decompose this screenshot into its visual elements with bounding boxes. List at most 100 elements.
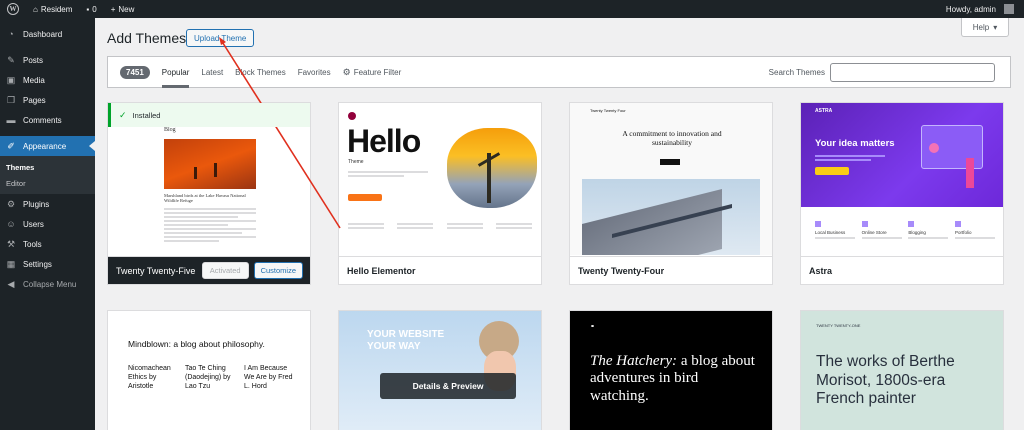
preview-image: [164, 139, 256, 189]
preview-brand: TWENTY TWENTY-ONE: [816, 323, 861, 328]
page-title: Add Themes: [107, 30, 187, 46]
tab-latest[interactable]: Latest: [201, 57, 223, 88]
comments-link[interactable]: ▪ 0: [79, 0, 103, 18]
preview-headline: The works of Berthe Morisot, 1800s-era F…: [816, 353, 955, 408]
home-icon: ⌂: [33, 4, 38, 14]
preview-feature: Local Business: [815, 230, 846, 235]
wordpress-logo-icon: W: [7, 3, 19, 15]
sidebar-item-collapse[interactable]: ◀ Collapse Menu: [0, 274, 95, 294]
theme-card-twenty-twenty-two[interactable]: ⚭ The Hatchery: a blog about adventures …: [569, 310, 773, 430]
sidebar-item-label: Pages: [23, 95, 46, 105]
theme-screenshot: YOUR WEBSITE YOUR WAY: [339, 311, 541, 430]
theme-card-twenty-twenty-three[interactable]: Mindblown: a blog about philosophy. Nico…: [107, 310, 311, 430]
tab-popular[interactable]: Popular: [161, 57, 190, 88]
collapse-icon: ◀: [7, 278, 15, 289]
avatar: [1004, 4, 1014, 14]
sidebar-item-pages[interactable]: ❐ Pages: [0, 90, 95, 110]
theme-card-oceanwp[interactable]: YOUR WEBSITE YOUR WAY Details & Preview: [338, 310, 542, 430]
checkmark-icon: ✓: [119, 109, 127, 120]
sidebar-item-plugins[interactable]: ⚙ Plugins: [0, 194, 95, 214]
users-icon: ☺: [6, 219, 16, 229]
search-themes-label: Search Themes: [768, 67, 825, 77]
sidebar-item-posts[interactable]: ✎ Posts: [0, 50, 95, 70]
customize-button[interactable]: Customize: [253, 262, 303, 279]
sidebar-item-label: Media: [23, 75, 45, 85]
sidebar-item-settings[interactable]: ▦ Settings: [0, 254, 95, 274]
sidebar-item-label: Users: [23, 219, 44, 229]
comments-count: 0: [92, 4, 97, 14]
sidebar-item-tools[interactable]: ⚒ Tools: [0, 234, 95, 254]
sidebar-item-label: Posts: [23, 55, 44, 65]
theme-screenshot: Mindblown: a blog about philosophy. Nico…: [108, 311, 310, 430]
theme-name: Twenty Twenty-Four: [578, 265, 665, 276]
theme-card-twenty-twenty-one[interactable]: TWENTY TWENTY-ONE The works of Berthe Mo…: [800, 310, 1004, 430]
main-content: Add Themes Upload Theme Help ▾ 7451 Popu…: [95, 18, 1024, 430]
theme-screenshot: Twenty Twenty Four A commitment to innov…: [570, 103, 772, 255]
installed-label: Installed: [132, 110, 161, 120]
theme-card-hello-elementor[interactable]: Hello Theme Hello Elementor: [338, 102, 542, 285]
account-menu[interactable]: Howdy, admin: [939, 0, 1024, 18]
help-tab-button[interactable]: Help ▾: [961, 18, 1009, 37]
sidebar-item-users[interactable]: ☺ Users: [0, 214, 95, 234]
theme-count-badge: 7451: [120, 65, 150, 79]
dashboard-icon: ◔: [8, 29, 14, 39]
theme-card-twenty-twenty-four[interactable]: Twenty Twenty Four A commitment to innov…: [569, 102, 773, 285]
sidebar-item-label: Tools: [23, 239, 42, 249]
preview-feature: Portfolio: [954, 230, 972, 235]
preview-caption: Marshland birds at the Lake Havasu Natio…: [164, 193, 246, 204]
preview-headline: The Hatchery: a blog about adventures in…: [590, 353, 760, 405]
theme-name-bar: Twenty Twenty-Five Activated Customize: [108, 256, 310, 284]
preview-headline: Hello: [347, 123, 421, 159]
admin-bar: W ⌂ Residem ▪ 0 + New Howdy, admin: [0, 0, 1024, 18]
theme-filter-bar: 7451 Popular Latest Block Themes Favorit…: [107, 56, 1011, 88]
search-themes-input[interactable]: [830, 62, 995, 82]
binoculars-icon: ⚭: [590, 324, 596, 330]
preview-headline-em: The Hatchery:: [590, 353, 678, 369]
settings-icon: ▦: [6, 258, 16, 269]
theme-name-bar: Twenty Twenty-Four: [570, 256, 772, 284]
preview-headline: A commitment to innovation and sustainab…: [622, 129, 722, 147]
wordpress-logo-button[interactable]: W: [0, 0, 26, 18]
sidebar-item-media[interactable]: ▣ Media: [0, 70, 95, 90]
preview-post-title: I Am Because We Are by Fred L. Hord: [244, 365, 293, 390]
theme-card-twenty-twenty-five[interactable]: Blog Marshland birds at the Lake Havasu …: [107, 102, 311, 285]
submenu-item-themes[interactable]: Themes: [0, 159, 95, 175]
comment-bubble-icon: ▪: [86, 4, 90, 14]
feature-filter-button[interactable]: ⚙ Feature Filter: [343, 57, 402, 88]
sidebar-item-appearance[interactable]: ✐ Appearance: [0, 136, 95, 156]
media-icon: ▣: [6, 74, 16, 85]
preview-post-title: Tao Te Ching (Daodejing) by Lao Tzu: [185, 365, 231, 390]
theme-name: Hello Elementor: [347, 265, 416, 276]
tab-block-themes[interactable]: Block Themes: [235, 57, 286, 88]
theme-card-astra[interactable]: ASTRA Your idea matters Local Business O…: [800, 102, 1004, 285]
sidebar-item-dashboard[interactable]: ◔ Dashboard: [0, 24, 95, 44]
details-preview-button[interactable]: Details & Preview: [380, 373, 516, 399]
preview-headline: Your idea matters: [815, 138, 895, 149]
comments-icon: ▬: [6, 115, 16, 125]
preview-brand: Twenty Twenty Four: [590, 108, 626, 113]
upload-theme-button[interactable]: Upload Theme: [186, 29, 255, 47]
theme-name: Astra: [809, 265, 833, 276]
feature-filter-label: Feature Filter: [353, 67, 402, 77]
site-name-link[interactable]: ⌂ Residem: [26, 0, 79, 18]
submenu-item-editor[interactable]: Editor: [0, 175, 95, 191]
sidebar-item-label: Settings: [23, 259, 52, 269]
preview-hero: ASTRA Your idea matters: [801, 103, 1003, 207]
sidebar-item-label: Plugins: [23, 199, 50, 209]
preview-headline: YOUR WEBSITE YOUR WAY: [367, 329, 445, 352]
sidebar-item-label: Appearance: [23, 141, 67, 151]
new-content-link[interactable]: + New: [104, 0, 142, 18]
pin-icon: ✎: [7, 54, 15, 65]
theme-name-bar: Hello Elementor: [339, 256, 541, 284]
howdy-label: Howdy, admin: [945, 4, 996, 14]
theme-name-bar: Astra: [801, 256, 1003, 284]
tools-icon: ⚒: [6, 238, 16, 249]
new-label: New: [118, 4, 135, 14]
preview-feature: Online Store: [861, 230, 887, 235]
paintbrush-icon: ✐: [7, 140, 15, 151]
sidebar-item-label: Collapse Menu: [23, 279, 77, 289]
preview-image: [582, 179, 760, 255]
sidebar-item-comments[interactable]: ▬ Comments: [0, 110, 95, 130]
tab-favorites[interactable]: Favorites: [298, 57, 331, 88]
site-name-label: Residem: [40, 4, 73, 14]
